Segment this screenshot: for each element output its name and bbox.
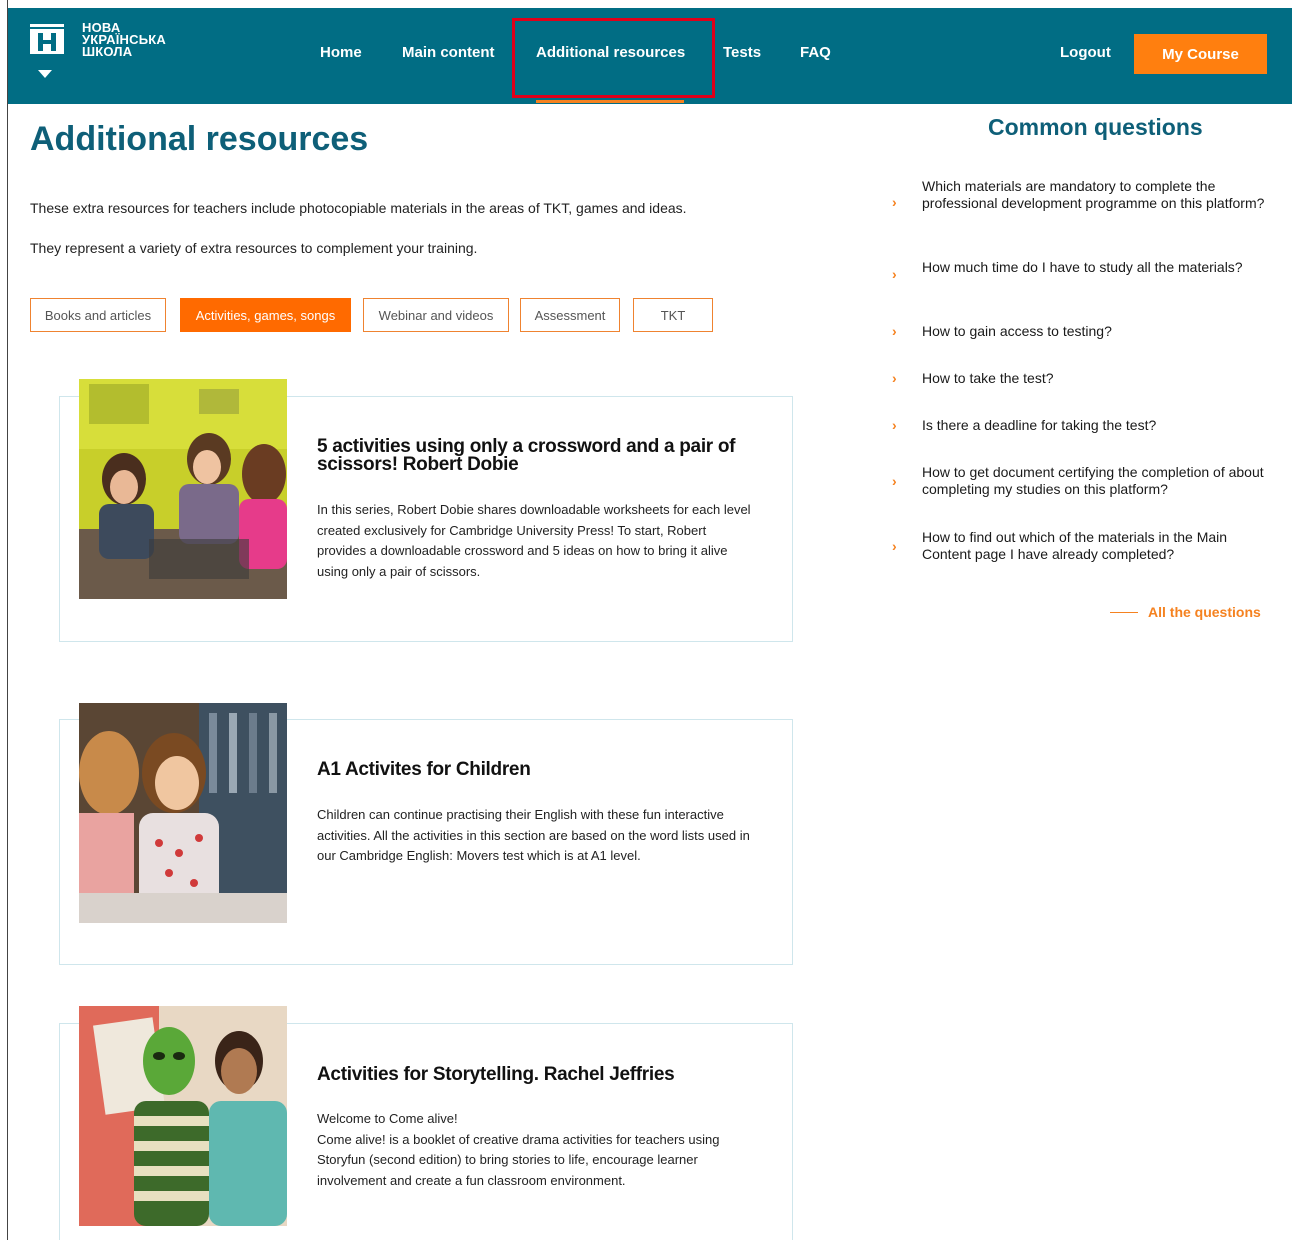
all-questions-label[interactable]: All the questions (1148, 604, 1261, 620)
active-nav-highlight (512, 18, 715, 98)
filter-assessment[interactable]: Assessment (520, 298, 620, 332)
resource-title[interactable]: Activities for Storytelling. Rachel Jeff… (317, 1065, 757, 1084)
faq-question[interactable]: How much time do I have to study all the… (922, 259, 1267, 276)
nav-tests[interactable]: Tests (723, 44, 761, 61)
intro-text: These extra resources for teachers inclu… (30, 200, 687, 216)
faq-question[interactable]: How to gain access to testing? (922, 323, 1267, 340)
filter-books-articles[interactable]: Books and articles (30, 298, 166, 332)
description-line: Welcome to Come alive! (317, 1111, 458, 1126)
filter-activities-games-songs[interactable]: Activities, games, songs (180, 298, 351, 332)
logo-text: НОВА УКРАЇНСЬКА ШКОЛА (82, 21, 166, 59)
logout-link[interactable]: Logout (1060, 44, 1111, 61)
logo-mark-icon (30, 24, 64, 54)
nav-home[interactable]: Home (320, 44, 362, 61)
common-questions-title: Common questions (988, 114, 1203, 140)
window-edge (7, 0, 8, 1240)
faq-question[interactable]: How to take the test? (922, 370, 1267, 387)
caret-down-icon[interactable] (38, 70, 52, 78)
intro-text: They represent a variety of extra resour… (30, 240, 478, 256)
chevron-right-icon: › (892, 370, 897, 386)
nav-main-content[interactable]: Main content (402, 44, 495, 61)
faq-question[interactable]: Which materials are mandatory to complet… (922, 178, 1267, 212)
faq-question[interactable]: How to find out which of the materials i… (922, 529, 1267, 563)
resource-thumbnail[interactable] (79, 703, 287, 923)
top-nav-bar: НОВА УКРАЇНСЬКА ШКОЛА Home Main content … (8, 8, 1292, 104)
nav-faq[interactable]: FAQ (800, 44, 831, 61)
page-title: Additional resources (30, 120, 369, 158)
resource-description: Welcome to Come alive! Come alive! is a … (317, 1109, 757, 1191)
all-questions-link[interactable]: All the questions (1110, 604, 1261, 620)
chevron-right-icon: › (892, 323, 897, 339)
site-logo[interactable]: НОВА УКРАЇНСЬКА ШКОЛА (30, 18, 200, 88)
active-nav-underline (536, 100, 684, 103)
faq-question[interactable]: How to get document certifying the compl… (922, 464, 1267, 498)
resource-title[interactable]: A1 Activites for Children (317, 760, 757, 779)
chevron-right-icon: › (892, 538, 897, 554)
logo-line: ШКОЛА (82, 44, 133, 59)
chevron-right-icon: › (892, 417, 897, 433)
filter-webinar-videos[interactable]: Webinar and videos (363, 298, 509, 332)
chevron-right-icon: › (892, 266, 897, 282)
dash-line-icon (1110, 611, 1138, 613)
my-course-button[interactable]: My Course (1134, 34, 1267, 74)
chevron-right-icon: › (892, 194, 897, 210)
chevron-right-icon: › (892, 473, 897, 489)
faq-question[interactable]: Is there a deadline for taking the test? (922, 417, 1267, 434)
resource-description: In this series, Robert Dobie shares down… (317, 502, 751, 579)
description-line: Come alive! is a booklet of creative dra… (317, 1131, 720, 1188)
resource-thumbnail[interactable] (79, 1006, 287, 1226)
filter-tkt[interactable]: TKT (633, 298, 713, 332)
resource-thumbnail[interactable] (79, 379, 287, 599)
resource-title[interactable]: 5 activities using only a crossword and … (317, 437, 757, 474)
resource-description: Children can continue practising their E… (317, 807, 750, 863)
